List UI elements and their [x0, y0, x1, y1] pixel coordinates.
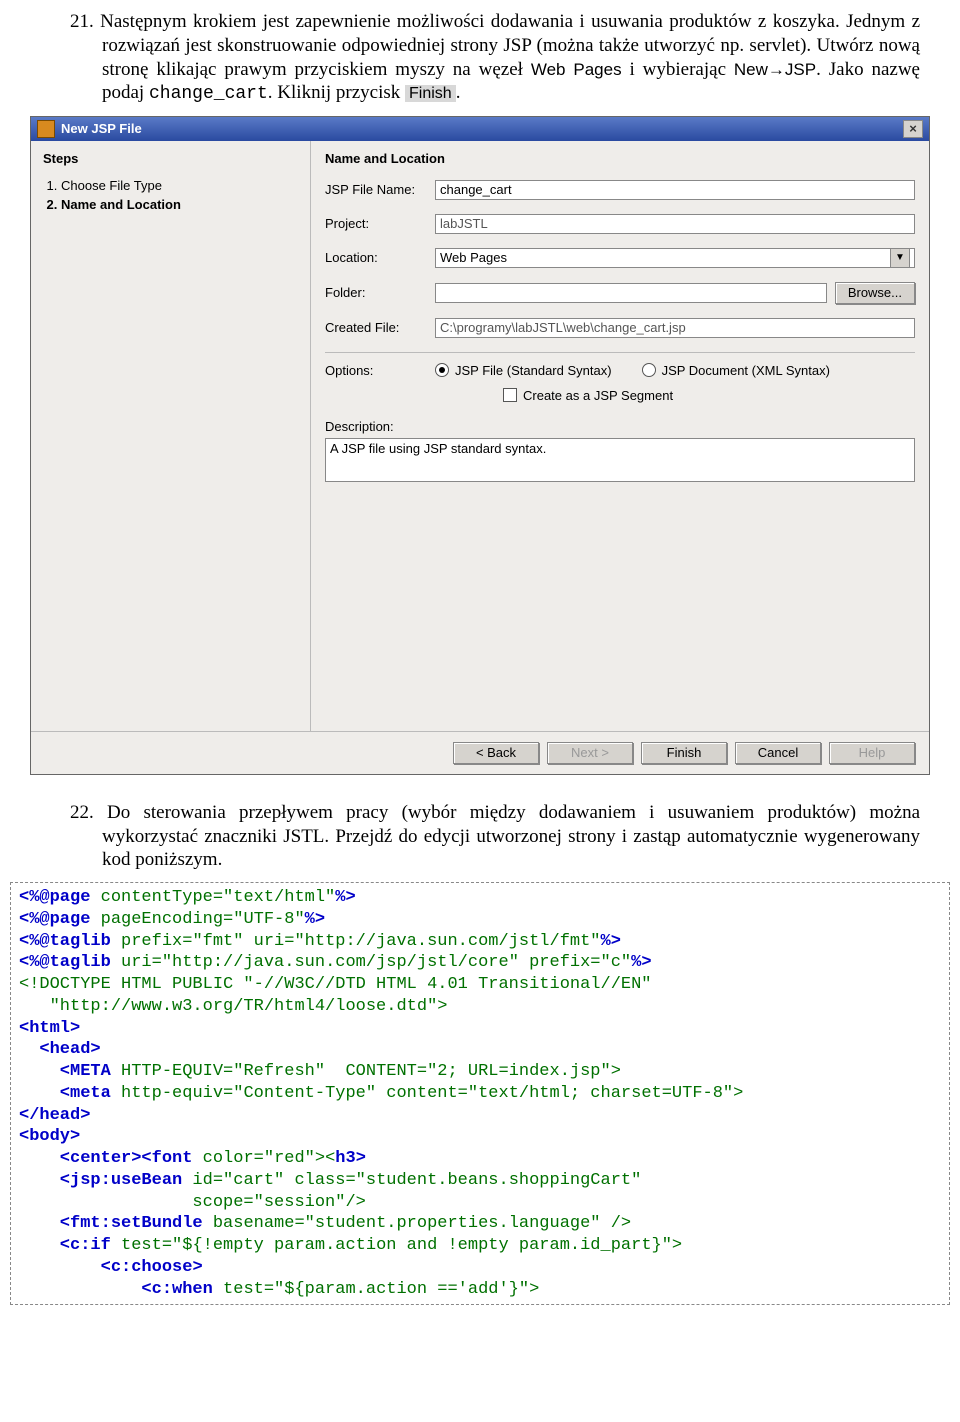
- option-standard-syntax[interactable]: JSP File (Standard Syntax): [435, 363, 612, 378]
- para-22-num: 22.: [70, 802, 94, 823]
- radio-icon: [642, 363, 656, 377]
- step-choose-file-type: Choose File Type: [61, 178, 298, 193]
- para-22-text: Do sterowania przepływem pracy (wybór mi…: [102, 802, 920, 871]
- dialog-title: New JSP File: [61, 121, 142, 136]
- label-description: Description:: [325, 419, 394, 434]
- dialog-titlebar: New JSP File ×: [31, 117, 929, 141]
- finish-label-inline: Finish: [405, 85, 456, 102]
- next-button: Next >: [547, 742, 633, 764]
- label-project: Project:: [325, 216, 435, 231]
- new-jsp-file-dialog: New JSP File × Steps Choose File Type Na…: [30, 116, 930, 775]
- finish-button[interactable]: Finish: [641, 742, 727, 764]
- wizard-form-panel: Name and Location JSP File Name: Project…: [311, 141, 929, 731]
- back-button[interactable]: < Back: [453, 742, 539, 764]
- web-pages-label: Web Pages: [531, 60, 622, 79]
- folder-input[interactable]: [435, 283, 827, 303]
- para-21-t5: .: [456, 82, 461, 103]
- browse-button[interactable]: Browse...: [835, 282, 915, 304]
- para-21-num: 21.: [70, 11, 94, 32]
- label-created: Created File:: [325, 320, 435, 335]
- jsp-filename-input[interactable]: [435, 180, 915, 200]
- create-as-segment-checkbox[interactable]: Create as a JSP Segment: [503, 388, 915, 403]
- created-file-field: [435, 318, 915, 338]
- wizard-steps-panel: Steps Choose File Type Name and Location: [31, 141, 311, 731]
- paragraph-22: 22. Do sterowania przepływem pracy (wybó…: [70, 801, 920, 872]
- checkbox-icon: [503, 388, 517, 402]
- code-listing: <%@page contentType="text/html"%> <%@pag…: [10, 882, 950, 1305]
- chevron-down-icon[interactable]: ▼: [890, 248, 910, 268]
- label-folder: Folder:: [325, 285, 435, 300]
- close-icon[interactable]: ×: [903, 120, 923, 138]
- form-header: Name and Location: [325, 151, 915, 166]
- para-21-t2: i wybierając: [622, 59, 734, 80]
- location-value: Web Pages: [440, 250, 507, 265]
- label-filename: JSP File Name:: [325, 182, 435, 197]
- wizard-button-row: < Back Next > Finish Cancel Help: [31, 731, 929, 774]
- radio-icon: [435, 363, 449, 377]
- label-options: Options:: [325, 363, 435, 378]
- change-cart-code: change_cart: [149, 84, 268, 104]
- help-button[interactable]: Help: [829, 742, 915, 764]
- label-location: Location:: [325, 250, 435, 265]
- option-xml-syntax[interactable]: JSP Document (XML Syntax): [642, 363, 830, 378]
- cancel-button[interactable]: Cancel: [735, 742, 821, 764]
- step-name-and-location: Name and Location: [61, 197, 298, 212]
- jsp-file-icon: [37, 120, 55, 138]
- paragraph-21: 21. Następnym krokiem jest zapewnienie m…: [70, 10, 920, 106]
- description-area: [325, 438, 915, 482]
- location-combobox[interactable]: Web Pages ▼: [435, 248, 915, 268]
- steps-header: Steps: [43, 151, 298, 166]
- project-field: [435, 214, 915, 234]
- new-jsp-label: New→JSP: [734, 60, 816, 79]
- para-21-t4: . Kliknij przycisk: [268, 82, 405, 103]
